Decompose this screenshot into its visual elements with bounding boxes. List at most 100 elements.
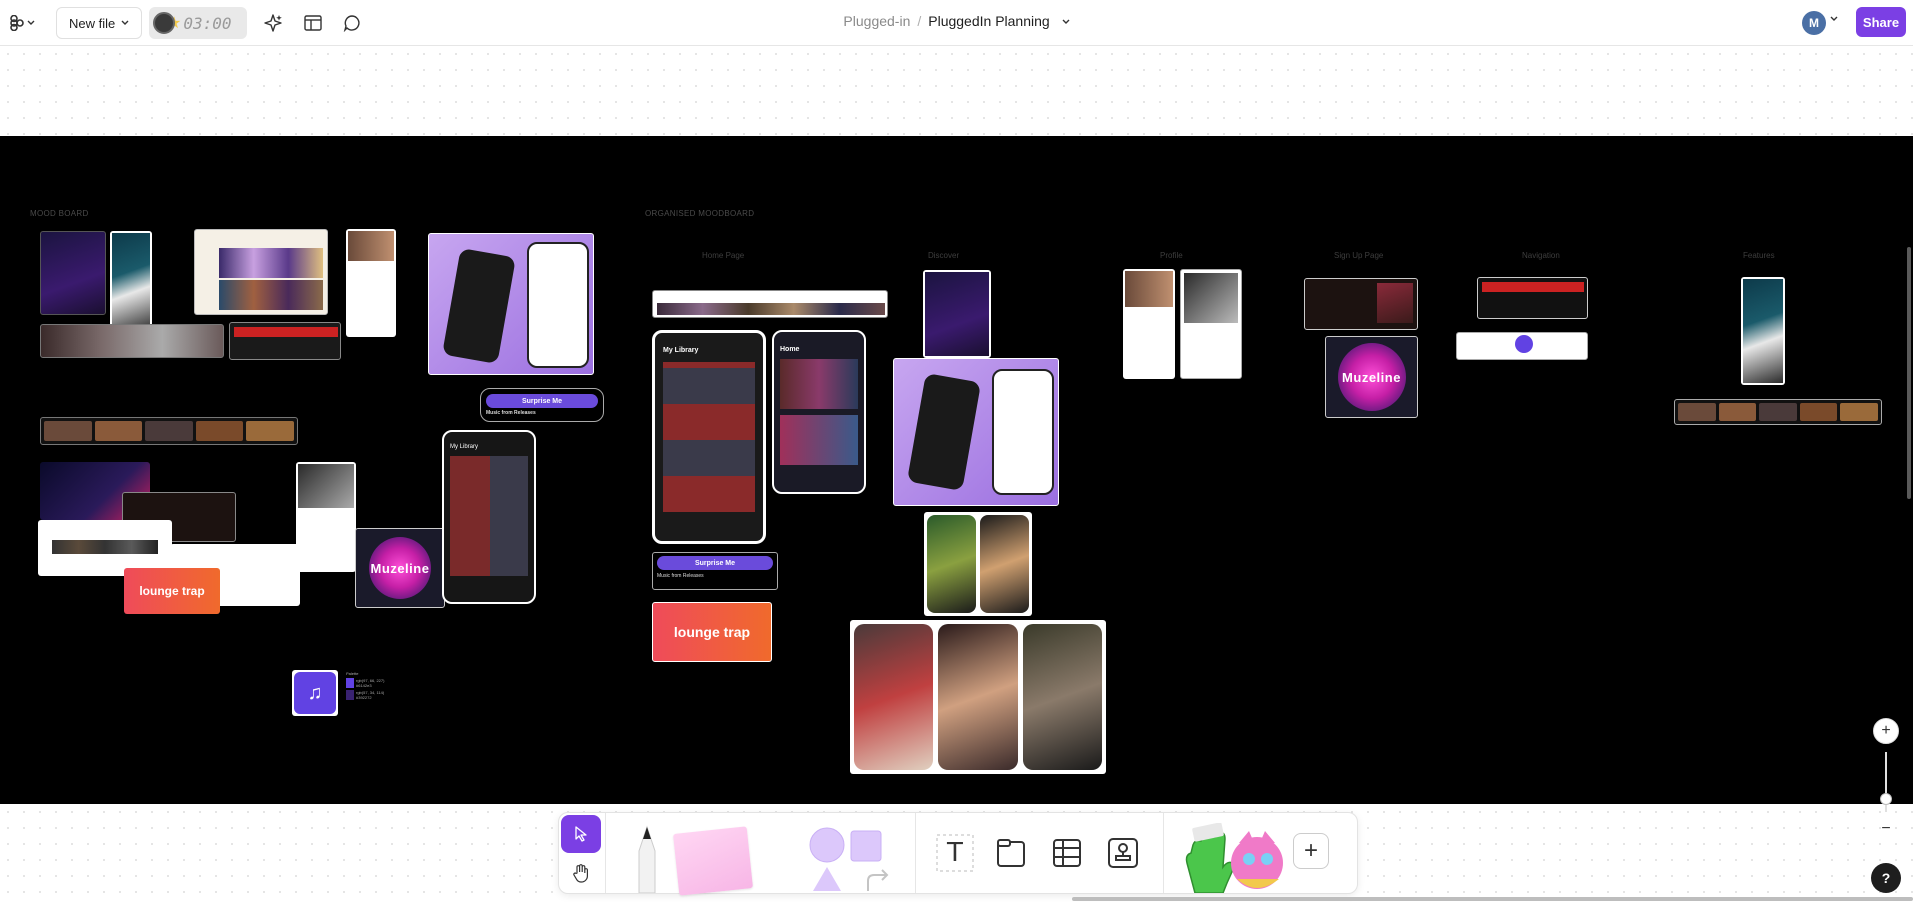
moodboard-image[interactable] (110, 231, 152, 333)
marker-tool[interactable] (629, 821, 665, 893)
layout-icon (304, 15, 322, 31)
music-disc-icon (153, 12, 175, 34)
breadcrumb-separator: / (917, 13, 922, 29)
my-library-mockup[interactable]: My Library (652, 330, 766, 544)
help-button[interactable]: ? (1871, 863, 1901, 893)
section-icon (997, 839, 1025, 867)
layout-button[interactable] (301, 11, 325, 35)
table-tool[interactable] (1047, 833, 1087, 873)
moodboard-image[interactable] (1180, 269, 1242, 379)
palette-swatch-purple (346, 678, 354, 688)
moodboard-image[interactable] (1456, 332, 1588, 360)
moodboard-image[interactable] (652, 290, 888, 318)
my-library-label: My Library (450, 444, 479, 450)
moodboard-image[interactable] (40, 231, 106, 315)
canvas-background[interactable] (0, 46, 1913, 136)
palette-value: #392272 (356, 695, 372, 700)
moodboard-image[interactable] (923, 270, 991, 358)
zoom-in-button[interactable]: + (1873, 718, 1899, 744)
moodboard-title: MOOD BOARD (30, 209, 89, 218)
user-avatar[interactable]: M (1802, 11, 1826, 35)
bottom-toolbar: T + (558, 812, 1358, 896)
sticky-note-icon (672, 826, 754, 896)
cursor-icon (575, 826, 587, 842)
moodboard-image[interactable] (893, 358, 1059, 506)
hand-tool[interactable] (561, 855, 601, 891)
palette-card[interactable]: Palette rgb(97, 66, 227) #6142e3 rgb(57, … (346, 671, 406, 711)
column-label-signup: Sign Up Page (1334, 251, 1384, 260)
moodboard-image[interactable]: Surprise Me Music from Releases (480, 388, 604, 422)
muzeline-card[interactable]: Muzeline (1325, 336, 1418, 418)
app-icon-card[interactable]: ♫ (292, 670, 338, 716)
moodboard-image[interactable] (1123, 269, 1175, 379)
lounge-trap-card[interactable]: lounge trap (652, 602, 772, 662)
new-file-label: New file (69, 15, 116, 31)
surprise-me-pill: Surprise Me (486, 394, 598, 408)
moodboard-image[interactable]: Surprise Me Music from Releases (652, 552, 778, 590)
column-label-navigation: Navigation (1522, 251, 1560, 260)
ai-sparkle-button[interactable] (261, 11, 285, 35)
horizontal-scrollbar[interactable] (1072, 897, 1913, 901)
surprise-me-pill: Surprise Me (657, 556, 773, 570)
zoom-slider-handle[interactable] (1880, 793, 1892, 805)
organised-moodboard-title: ORGANISED MOODBOARD (645, 209, 755, 218)
timer-widget[interactable]: ★ 03:00 (149, 7, 247, 39)
section-tool[interactable] (991, 833, 1031, 873)
new-file-button[interactable]: New file (56, 7, 143, 39)
moodboard-section[interactable]: MOOD BOARD ORGANISED MOODBOARD Home Page… (0, 136, 1913, 804)
moodboard-image[interactable] (1304, 278, 1418, 330)
moodboard-image[interactable] (428, 233, 594, 375)
table-icon (1053, 839, 1081, 867)
moodboard-image[interactable] (1674, 399, 1882, 425)
connector-tool[interactable] (863, 865, 893, 893)
figjam-logo-icon (10, 15, 24, 31)
stamp-tool[interactable] (1103, 833, 1143, 873)
palette-swatch-dark (346, 690, 354, 700)
music-from-releases-label: Music from Releases (657, 573, 704, 579)
moodboard-image[interactable] (346, 229, 396, 337)
home-mockup[interactable]: Home (772, 330, 866, 494)
music-note-icon: ♫ (294, 672, 336, 714)
zoom-control: + − (1873, 718, 1899, 842)
moodboard-image[interactable] (1477, 277, 1588, 319)
breadcrumb: Plugged-in / PluggedIn Planning (0, 13, 1913, 29)
moodboard-image[interactable] (1741, 277, 1785, 385)
timer-value: 03:00 (183, 13, 232, 33)
file-name[interactable]: PluggedIn Planning (928, 13, 1049, 29)
chevron-down-icon[interactable] (1062, 19, 1070, 25)
moodboard-image[interactable] (40, 417, 298, 445)
moodboard-image[interactable] (194, 229, 328, 315)
plus-icon: + (1303, 837, 1318, 864)
column-label-discover: Discover (928, 251, 960, 260)
more-tools-button[interactable]: + (1293, 833, 1329, 869)
zoom-out-button[interactable]: − (1873, 816, 1899, 842)
main-menu-button[interactable] (10, 12, 40, 34)
move-tool[interactable] (561, 815, 601, 853)
sticky-note-tool[interactable] (671, 826, 755, 896)
moodboard-image[interactable] (924, 512, 1032, 616)
moodboard-image[interactable] (850, 620, 1106, 774)
connector-arrow-icon (867, 869, 889, 891)
team-name-link[interactable]: Plugged-in (843, 13, 910, 29)
moodboard-image[interactable] (296, 462, 356, 572)
muzeline-logo-text: Muzeline (1342, 369, 1401, 385)
hand-icon (573, 864, 588, 883)
share-button[interactable]: Share (1856, 7, 1906, 37)
lounge-trap-card[interactable]: lounge trap (124, 568, 220, 614)
widgets-tool[interactable] (1179, 823, 1283, 893)
column-label-profile: Profile (1160, 251, 1183, 260)
sparkle-icon (264, 14, 282, 32)
music-from-releases-label: Music from Releases (486, 410, 536, 416)
palette-value: #6142e3 (356, 683, 372, 688)
text-tool[interactable]: T (935, 833, 975, 873)
comment-button[interactable] (340, 11, 364, 35)
my-library-mockup[interactable]: My Library (442, 430, 536, 604)
chevron-down-icon (121, 20, 129, 25)
moodboard-image[interactable] (229, 322, 341, 360)
vertical-scrollbar[interactable] (1907, 247, 1911, 499)
comment-icon (343, 15, 360, 32)
top-bar: New file ★ 03:00 Plugged-in / PluggedIn Pl… (0, 0, 1913, 46)
moodboard-image[interactable] (40, 324, 224, 358)
muzeline-card[interactable]: Muzeline (355, 528, 445, 608)
chevron-down-icon[interactable] (1830, 16, 1838, 22)
